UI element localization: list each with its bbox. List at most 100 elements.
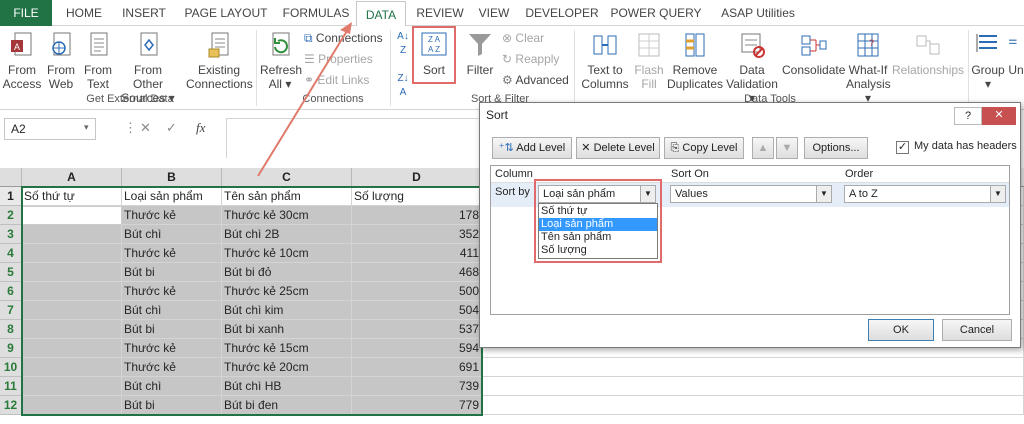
tab-file[interactable]: FILE [0,0,52,26]
table-cell[interactable]: Bút chì kim [222,301,352,320]
tab-power-query[interactable]: POWER QUERY [608,0,704,26]
from-access-button[interactable]: A From Access [2,30,42,91]
row-header[interactable]: 7 [0,301,22,320]
tab-formulas[interactable]: FORMULAS [276,0,356,26]
table-cell[interactable]: 594 [352,339,482,358]
row-header[interactable]: 1 [0,187,22,206]
sort-az-button[interactable]: A↓ Z Z↓ A [394,30,412,100]
table-cell[interactable]: Thước kẻ 25cm [222,282,352,301]
tab-developer[interactable]: DEVELOPER [520,0,604,26]
table-cell[interactable]: 500 [352,282,482,301]
clear-button[interactable]: ⊗ Clear [502,31,544,46]
table-cell[interactable]: Bút chì [122,377,222,396]
table-cell[interactable]: 504 [352,301,482,320]
insert-function-icon[interactable]: fx [196,118,205,138]
row-header[interactable]: 10 [0,358,22,377]
order-dropdown[interactable]: A to Z ▼ [844,185,1006,203]
table-cell[interactable]: Thước kẻ [122,339,222,358]
edit-links-button[interactable]: ⚭ Edit Links [304,73,369,88]
table-cell[interactable]: Bút chì 2B [222,225,352,244]
row-header[interactable]: 12 [0,396,22,415]
close-button[interactable]: ✕ [982,107,1016,125]
table-cell[interactable]: Thước kẻ [122,282,222,301]
my-data-has-headers-checkbox[interactable]: ✓ [896,141,909,154]
table-cell[interactable]: 178 [352,206,482,225]
from-text-button[interactable]: From Text [80,30,116,91]
tab-page-layout[interactable]: PAGE LAYOUT [180,0,272,26]
table-cell[interactable] [22,377,122,396]
table-cell[interactable]: Bút bi [122,320,222,339]
formula-input[interactable] [226,118,486,158]
table-cell[interactable]: Bút chì [122,225,222,244]
tab-data[interactable]: DATA [356,1,406,27]
table-cell[interactable]: Bút bi đỏ [222,263,352,282]
tab-asap-utilities[interactable]: ASAP Utilities [710,0,806,26]
table-cell[interactable]: Bút bi [122,263,222,282]
table-cell[interactable]: Bút bi xanh [222,320,352,339]
ok-button[interactable]: OK [868,319,934,341]
help-button[interactable]: ? [954,107,982,125]
cancel-icon[interactable]: ✕ [140,118,151,138]
table-cell[interactable] [22,339,122,358]
table-cell[interactable] [22,282,122,301]
header-cell[interactable]: Tên sản phẩm [222,187,352,206]
table-cell[interactable]: Thước kẻ 20cm [222,358,352,377]
tab-home[interactable]: HOME [58,0,110,26]
flash-fill-button[interactable]: Flash Fill [634,30,664,91]
existing-connections-button[interactable]: Existing Connections [186,30,253,91]
row-header[interactable]: 3 [0,225,22,244]
table-cell[interactable] [22,225,122,244]
table-cell[interactable] [22,244,122,263]
connections-button[interactable]: ⧉ Connections [304,31,383,46]
row-header[interactable]: 6 [0,282,22,301]
header-cell[interactable]: Số thứ tự [22,187,122,206]
text-to-columns-button[interactable]: Text to Columns [578,30,632,91]
row-header[interactable]: 8 [0,320,22,339]
move-down-button[interactable]: ▼ [776,137,798,159]
column-header-c[interactable]: C [222,168,352,187]
properties-button[interactable]: ☰ Properties [304,52,373,67]
active-cell[interactable] [22,206,122,225]
cancel-button[interactable]: Cancel [942,319,1012,341]
header-cell[interactable]: Số lượng [352,187,482,206]
row-header[interactable]: 11 [0,377,22,396]
advanced-button[interactable]: ⚙ Advanced [502,73,569,88]
table-cell[interactable]: 779 [352,396,482,415]
row-header[interactable]: 4 [0,244,22,263]
sort-button[interactable]: Z AA Z Sort [416,30,452,77]
name-box[interactable]: A2 [4,118,96,140]
reapply-button[interactable]: ↻ Reapply [502,52,559,67]
table-cell[interactable] [22,301,122,320]
table-cell[interactable]: Bút bi [122,396,222,415]
table-cell[interactable]: Thước kẻ [122,358,222,377]
column-header-d[interactable]: D [352,168,482,187]
table-cell[interactable]: 411 [352,244,482,263]
add-level-button[interactable]: ⁺⇅ Add Level [492,137,572,159]
table-cell[interactable]: 468 [352,263,482,282]
sort-on-dropdown[interactable]: Values ▼ [670,185,832,203]
name-box-dropdown-icon[interactable]: ▾ [84,122,89,133]
row-header[interactable]: 9 [0,339,22,358]
refresh-all-button[interactable]: Refresh All ▾ [260,30,302,91]
table-cell[interactable]: 691 [352,358,482,377]
tab-view[interactable]: VIEW [474,0,514,26]
table-cell[interactable]: Thước kẻ 15cm [222,339,352,358]
row-header[interactable]: 5 [0,263,22,282]
ungroup-button[interactable]: Un [1008,30,1024,77]
select-all-corner[interactable] [0,168,22,187]
table-cell[interactable]: 537 [352,320,482,339]
filter-button[interactable]: Filter [462,30,498,77]
consolidate-button[interactable]: Consolidate [782,30,845,77]
delete-level-button[interactable]: ✕ Delete Level [576,137,660,159]
table-cell[interactable]: Thước kẻ 30cm [222,206,352,225]
table-cell[interactable]: Bút bi đen [222,396,352,415]
group-button[interactable]: Group ▾ [970,30,1006,91]
move-up-button[interactable]: ▲ [752,137,774,159]
column-header-a[interactable]: A [22,168,122,187]
table-cell[interactable] [22,320,122,339]
empty-cells[interactable] [482,396,1024,415]
column-header-b[interactable]: B [122,168,222,187]
from-web-button[interactable]: From Web [44,30,78,91]
enter-icon[interactable]: ✓ [166,118,177,138]
empty-cells[interactable] [482,358,1024,377]
